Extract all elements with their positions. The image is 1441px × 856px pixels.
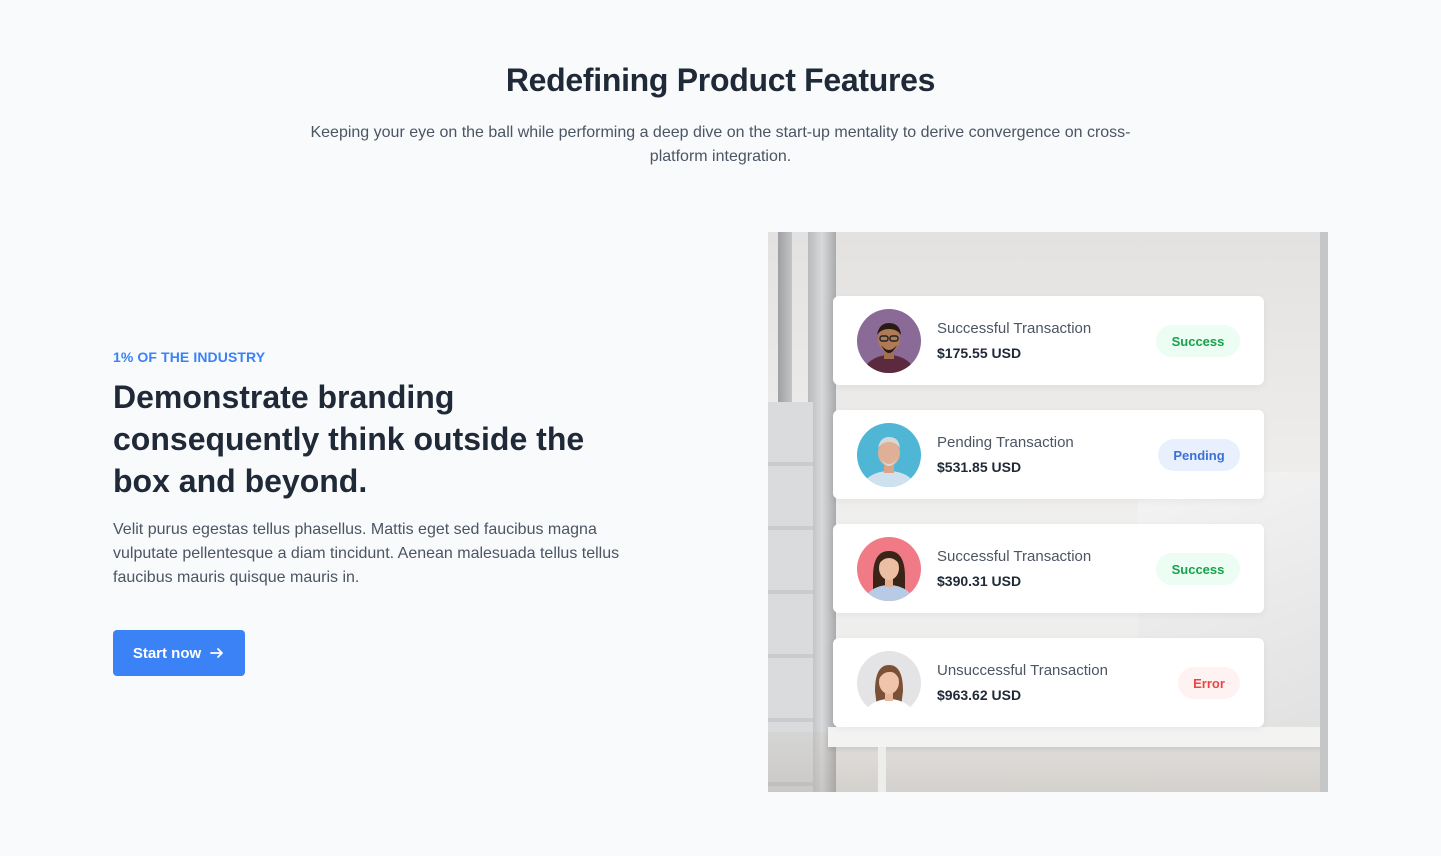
eyebrow-label: 1% OF THE INDUSTRY [113,349,266,365]
avatar [857,537,921,601]
transaction-title: Pending Transaction [937,434,1074,451]
feature-headline: Demonstrate branding consequently think … [113,379,585,499]
transaction-title: Unsuccessful Transaction [937,662,1108,679]
status-badge: Error [1178,667,1240,699]
start-now-button[interactable]: Start now [113,630,245,676]
section-subtitle: Keeping your eye on the ball while perfo… [310,124,1131,165]
transaction-card: Unsuccessful Transaction $963.62 USD Err… [833,638,1264,727]
page: Redefining Product Features Keeping your… [0,0,1441,856]
transaction-amount: $963.62 USD [937,687,1022,703]
section-title: Redefining Product Features [505,62,936,98]
transaction-amount: $531.85 USD [937,459,1022,475]
transaction-card: Successful Transaction $175.55 USD Succe… [833,296,1264,385]
avatar [857,309,921,373]
transaction-title: Successful Transaction [937,320,1092,337]
transaction-amount: $390.31 USD [937,573,1022,589]
status-badge: Success [1156,325,1240,357]
start-now-label: Start now [132,644,202,662]
arrow-right-icon [210,648,224,658]
avatar [857,651,921,715]
status-badge: Success [1156,553,1240,585]
avatar [857,423,921,487]
status-badge: Pending [1158,439,1240,471]
transaction-card: Pending Transaction $531.85 USD Pending [833,410,1264,499]
feature-body: Velit purus egestas tellus phasellus. Ma… [113,521,620,586]
transaction-title: Successful Transaction [937,548,1092,565]
transaction-amount: $175.55 USD [937,345,1022,361]
transaction-card: Successful Transaction $390.31 USD Succe… [833,524,1264,613]
